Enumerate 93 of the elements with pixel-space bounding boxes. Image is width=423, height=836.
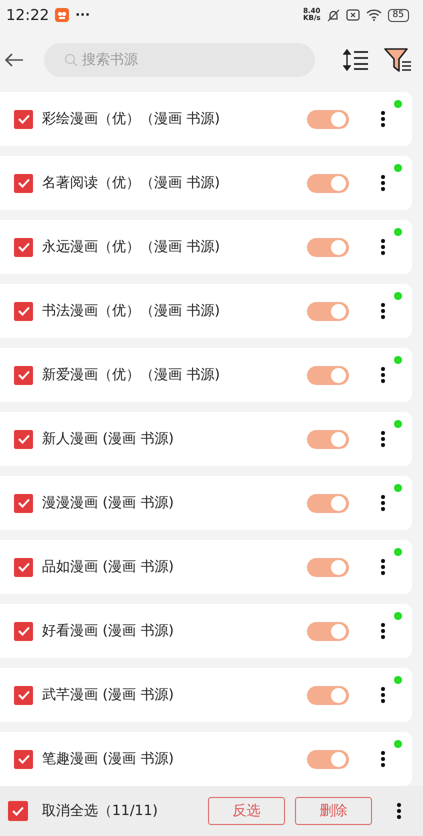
source-name: 名著阅读（优）（漫画 书源): [42, 174, 221, 192]
source-name: 笔趣漫画 (漫画 书源): [42, 750, 175, 768]
source-name: 好看漫画 (漫画 书源): [42, 622, 175, 640]
back-icon[interactable]: [4, 52, 24, 68]
status-dot: [394, 676, 402, 684]
source-card[interactable]: 永远漫画（优）（漫画 书源): [0, 220, 412, 274]
checkbox[interactable]: [14, 110, 33, 128]
toggle-switch[interactable]: [307, 750, 349, 768]
more-icon[interactable]: [380, 174, 386, 192]
status-time: 12:22: [6, 6, 50, 24]
toggle-switch[interactable]: [307, 174, 349, 192]
more-icon[interactable]: [380, 238, 386, 256]
bell-muted-icon: [326, 8, 340, 22]
checkbox[interactable]: [14, 750, 33, 768]
check-icon: [16, 305, 30, 317]
status-dot: [394, 292, 402, 300]
toggle-switch[interactable]: [307, 110, 349, 128]
status-dot: [394, 100, 402, 108]
sim-icon: [346, 9, 360, 21]
source-name: 彩绘漫画（优）（漫画 书源): [42, 110, 221, 128]
more-icon[interactable]: [380, 750, 386, 768]
status-dot: [394, 228, 402, 236]
check-icon: [16, 433, 30, 445]
status-dot: [394, 740, 402, 748]
source-card[interactable]: 好看漫画 (漫画 书源): [0, 604, 412, 658]
status-dot: [394, 420, 402, 428]
check-icon: [11, 805, 25, 817]
filter-icon[interactable]: [383, 47, 413, 73]
source-name: 新人漫画 (漫画 书源): [42, 430, 175, 448]
checkbox[interactable]: [14, 622, 33, 640]
more-icon[interactable]: [380, 686, 386, 704]
source-name: 新爱漫画（优）（漫画 书源): [42, 366, 221, 384]
checkbox[interactable]: [14, 686, 33, 704]
checkbox[interactable]: [14, 302, 33, 320]
select-all-checkbox[interactable]: [8, 801, 28, 821]
check-icon: [16, 689, 30, 701]
source-name: 武芊漫画 (漫画 书源): [42, 686, 175, 704]
checkbox[interactable]: [14, 430, 33, 448]
status-dot: [394, 356, 402, 364]
checkbox[interactable]: [14, 174, 33, 192]
status-dot: [394, 548, 402, 556]
source-card[interactable]: 彩绘漫画（优）（漫画 书源): [0, 92, 412, 146]
source-card[interactable]: 名著阅读（优）（漫画 书源): [0, 156, 412, 210]
more-icon[interactable]: [380, 558, 386, 576]
source-name: 品如漫画 (漫画 书源): [42, 558, 175, 576]
search-field[interactable]: 搜索书源: [44, 43, 315, 77]
toggle-switch[interactable]: [307, 686, 349, 704]
checkbox[interactable]: [14, 238, 33, 256]
check-icon: [16, 753, 30, 765]
status-dot: [394, 612, 402, 620]
wifi-icon: [366, 9, 382, 21]
more-icon[interactable]: [380, 622, 386, 640]
status-more: ···: [75, 8, 90, 22]
battery-level: 85: [388, 8, 409, 22]
check-icon: [16, 369, 30, 381]
status-dot: [394, 164, 402, 172]
checkbox[interactable]: [14, 558, 33, 576]
search-icon: [64, 53, 78, 67]
check-icon: [16, 625, 30, 637]
source-card[interactable]: 笔趣漫画 (漫画 书源): [0, 732, 412, 786]
source-card[interactable]: 书法漫画（优）（漫画 书源): [0, 284, 412, 338]
more-icon[interactable]: [380, 494, 386, 512]
source-card[interactable]: 新爱漫画（优）（漫画 书源): [0, 348, 412, 402]
source-card[interactable]: 漫漫漫画 (漫画 书源): [0, 476, 412, 530]
more-icon[interactable]: [396, 802, 402, 820]
more-icon[interactable]: [380, 366, 386, 384]
toggle-switch[interactable]: [307, 494, 349, 512]
toggle-switch[interactable]: [307, 302, 349, 320]
check-icon: [16, 497, 30, 509]
toggle-switch[interactable]: [307, 622, 349, 640]
toggle-switch[interactable]: [307, 238, 349, 256]
checkbox[interactable]: [14, 494, 33, 512]
more-icon[interactable]: [380, 110, 386, 128]
source-name: 书法漫画（优）（漫画 书源): [42, 302, 221, 320]
source-card[interactable]: 品如漫画 (漫画 书源): [0, 540, 412, 594]
source-name: 永远漫画（优）（漫画 书源): [42, 238, 221, 256]
check-icon: [16, 561, 30, 573]
source-card[interactable]: 武芊漫画 (漫画 书源): [0, 668, 412, 722]
status-dot: [394, 484, 402, 492]
more-icon[interactable]: [380, 302, 386, 320]
more-icon[interactable]: [380, 430, 386, 448]
source-name: 漫漫漫画 (漫画 书源): [42, 494, 175, 512]
check-icon: [16, 113, 30, 125]
toggle-switch[interactable]: [307, 366, 349, 384]
sort-icon[interactable]: [343, 49, 369, 71]
select-all-label: 取消全选（11/11): [42, 802, 158, 820]
toggle-switch[interactable]: [307, 430, 349, 448]
toggle-switch[interactable]: [307, 558, 349, 576]
source-card[interactable]: 新人漫画 (漫画 书源): [0, 412, 412, 466]
checkbox[interactable]: [14, 366, 33, 384]
app-icon: [55, 8, 70, 22]
check-icon: [16, 241, 30, 253]
check-icon: [16, 177, 30, 189]
